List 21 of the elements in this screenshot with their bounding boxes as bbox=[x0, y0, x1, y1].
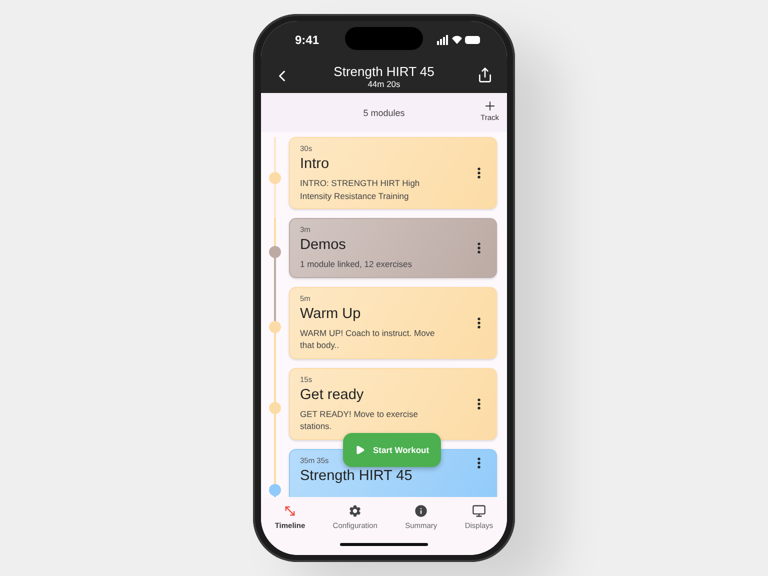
play-icon bbox=[355, 445, 365, 455]
module-description: INTRO: STRENGTH HIRT High Intensity Resistance Training bbox=[300, 177, 421, 202]
module-description: WARM UP! Coach to instruct. Move that body.. bbox=[300, 326, 436, 352]
module-description: GET READY! Move to exercise stations. bbox=[300, 408, 419, 432]
module-title: Strength HIRT 45 bbox=[300, 468, 414, 484]
status-time: 9:41 bbox=[295, 33, 320, 47]
settings-icon bbox=[348, 504, 362, 518]
info-icon bbox=[414, 504, 428, 518]
module-title: Warm Up bbox=[300, 306, 362, 322]
status-icons bbox=[437, 35, 481, 45]
workout-title: Strength HIRT 45 bbox=[334, 64, 434, 78]
module-count: 5 modules bbox=[363, 108, 405, 118]
share-icon bbox=[477, 67, 493, 83]
module-title: Get ready bbox=[300, 386, 365, 404]
diagonal-arrow-icon bbox=[282, 504, 297, 518]
plus-icon bbox=[482, 99, 497, 113]
module-title: Demos bbox=[300, 237, 347, 254]
monitor-icon bbox=[472, 504, 486, 518]
module-description: 1 module linked, 12 exercises bbox=[300, 258, 413, 270]
module-title: Intro bbox=[300, 156, 330, 173]
workout-duration: 44m 20s bbox=[368, 78, 400, 88]
